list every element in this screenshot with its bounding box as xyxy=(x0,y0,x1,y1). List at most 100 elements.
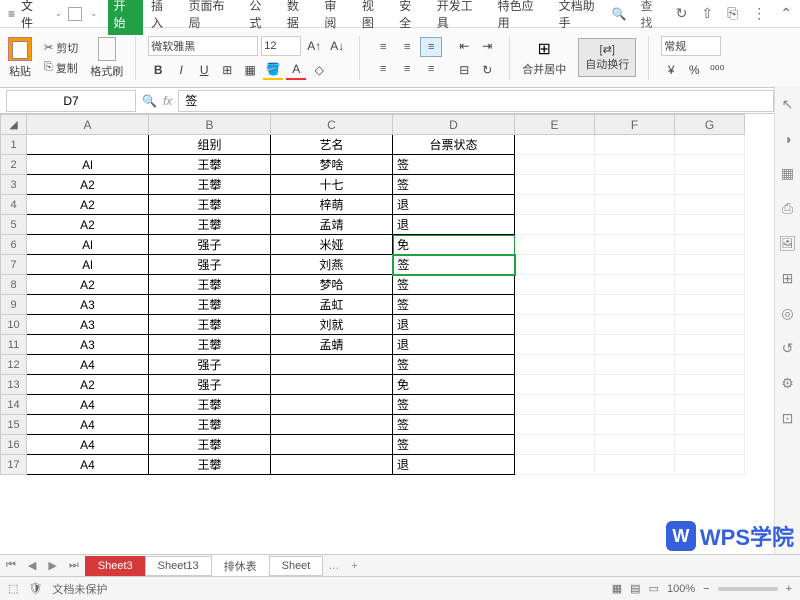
doc-icon[interactable] xyxy=(68,7,82,21)
tab-review[interactable]: 审阅 xyxy=(318,0,353,35)
cell[interactable] xyxy=(675,195,745,215)
cell[interactable] xyxy=(515,215,595,235)
cell[interactable]: 十七 xyxy=(271,175,393,195)
paste-button[interactable]: 粘贴 xyxy=(9,63,31,79)
cell[interactable] xyxy=(675,415,745,435)
cell[interactable]: Al xyxy=(27,255,149,275)
cell[interactable] xyxy=(271,395,393,415)
row-header[interactable]: 4 xyxy=(1,195,27,215)
more-sheets-icon[interactable]: … xyxy=(322,560,345,572)
align-top-right[interactable]: ≡ xyxy=(420,37,442,57)
align-bottom-left[interactable]: ≡ xyxy=(372,59,394,79)
wrap-text-button[interactable]: [⇄] 自动换行 xyxy=(578,38,636,77)
cell[interactable]: A4 xyxy=(27,435,149,455)
cell[interactable] xyxy=(595,355,675,375)
tab-layout[interactable]: 页面布局 xyxy=(182,0,241,35)
cell[interactable] xyxy=(675,435,745,455)
tab-assistant[interactable]: 文档助手 xyxy=(553,0,612,35)
cell[interactable] xyxy=(675,355,745,375)
sheet-tab-schedule[interactable]: 排休表 xyxy=(211,554,270,578)
cell[interactable] xyxy=(595,255,675,275)
cell[interactable]: 退 xyxy=(393,215,515,235)
cell[interactable] xyxy=(515,455,595,475)
cell[interactable] xyxy=(595,335,675,355)
save-icon[interactable]: ⎘ xyxy=(727,5,738,22)
select-tool-icon[interactable]: ↖ xyxy=(782,96,794,113)
tab-special[interactable]: 特色应用 xyxy=(492,0,551,35)
cell[interactable] xyxy=(675,255,745,275)
zoom-slider[interactable] xyxy=(718,587,778,591)
cell[interactable]: 梦啥 xyxy=(271,155,393,175)
cell[interactable]: A2 xyxy=(27,175,149,195)
cell[interactable] xyxy=(595,435,675,455)
align-top-center[interactable]: ≡ xyxy=(396,37,418,57)
cell[interactable] xyxy=(27,135,149,155)
align-bottom-center[interactable]: ≡ xyxy=(396,59,418,79)
name-box[interactable]: D7 xyxy=(6,90,136,112)
borders-button[interactable]: ⊞ xyxy=(217,60,237,80)
col-header-b[interactable]: B xyxy=(149,115,271,135)
cell[interactable]: 签 xyxy=(393,175,515,195)
row-header[interactable]: 5 xyxy=(1,215,27,235)
merge-center-icon[interactable]: ⊞ xyxy=(538,39,551,59)
backup-icon[interactable]: ⎙ xyxy=(782,200,793,217)
tab-formula[interactable]: 公式 xyxy=(243,0,278,35)
cell[interactable] xyxy=(595,375,675,395)
doc-dropdown-icon[interactable]: ⌄ xyxy=(90,8,98,19)
cell[interactable]: 孟蜻 xyxy=(271,335,393,355)
number-format-select[interactable]: 常规 xyxy=(661,36,721,56)
italic-button[interactable]: I xyxy=(171,60,191,80)
copy-button[interactable]: ⎘ 复制 xyxy=(44,60,78,76)
cell[interactable]: 王攀 xyxy=(149,395,271,415)
cell[interactable]: 王攀 xyxy=(149,315,271,335)
cell[interactable] xyxy=(595,275,675,295)
cell[interactable]: 孟虹 xyxy=(271,295,393,315)
cell[interactable] xyxy=(675,455,745,475)
cell[interactable]: 签 xyxy=(393,295,515,315)
gallery-icon[interactable]: 🖼 xyxy=(779,235,797,252)
cell[interactable]: 王攀 xyxy=(149,435,271,455)
more-icon[interactable]: ⋮ xyxy=(752,5,766,22)
cell[interactable] xyxy=(675,335,745,355)
cell[interactable]: 签 xyxy=(393,275,515,295)
sheet-tab-sheet13[interactable]: Sheet13 xyxy=(145,556,212,576)
format-painter-button[interactable]: 格式刷 xyxy=(90,63,123,79)
comma-icon[interactable]: ⁰⁰⁰ xyxy=(707,60,727,80)
view-page-icon[interactable]: ▤ xyxy=(630,582,640,595)
cell[interactable] xyxy=(515,435,595,455)
cell[interactable]: Al xyxy=(27,155,149,175)
cell[interactable]: 强子 xyxy=(149,355,271,375)
cell[interactable] xyxy=(675,295,745,315)
tab-insert[interactable]: 插入 xyxy=(145,0,180,35)
cell[interactable]: A2 xyxy=(27,195,149,215)
cell[interactable]: 退 xyxy=(393,195,515,215)
cell[interactable]: 强子 xyxy=(149,255,271,275)
clipboard-icon[interactable]: ⊞ xyxy=(782,270,794,287)
indent-increase-icon[interactable]: ⇥ xyxy=(477,36,497,56)
formula-bar[interactable]: 签 xyxy=(178,90,774,112)
tab-dev[interactable]: 开发工具 xyxy=(431,0,490,35)
align-top-left[interactable]: ≡ xyxy=(372,37,394,57)
cell[interactable]: 王攀 xyxy=(149,415,271,435)
font-name-select[interactable]: 微软雅黑 xyxy=(148,36,258,56)
cell[interactable]: 签 xyxy=(393,155,515,175)
table-panel-icon[interactable]: ▦ xyxy=(781,165,794,182)
row-header[interactable]: 12 xyxy=(1,355,27,375)
cell[interactable]: 组别 xyxy=(149,135,271,155)
cell[interactable] xyxy=(271,455,393,475)
cell[interactable]: 王攀 xyxy=(149,215,271,235)
row-header[interactable]: 17 xyxy=(1,455,27,475)
cell[interactable]: 梓萌 xyxy=(271,195,393,215)
row-header[interactable]: 14 xyxy=(1,395,27,415)
zoom-out-button[interactable]: − xyxy=(703,583,709,595)
cell[interactable] xyxy=(595,415,675,435)
cell[interactable] xyxy=(595,195,675,215)
tab-data[interactable]: 数据 xyxy=(281,0,316,35)
cell[interactable]: 王攀 xyxy=(149,335,271,355)
input-mode-icon[interactable]: ⬚ xyxy=(8,582,18,595)
cell[interactable]: 免 xyxy=(393,235,515,255)
cell[interactable] xyxy=(515,135,595,155)
cell[interactable] xyxy=(675,275,745,295)
cell[interactable]: 王攀 xyxy=(149,155,271,175)
active-cell[interactable]: 签 xyxy=(393,255,515,275)
